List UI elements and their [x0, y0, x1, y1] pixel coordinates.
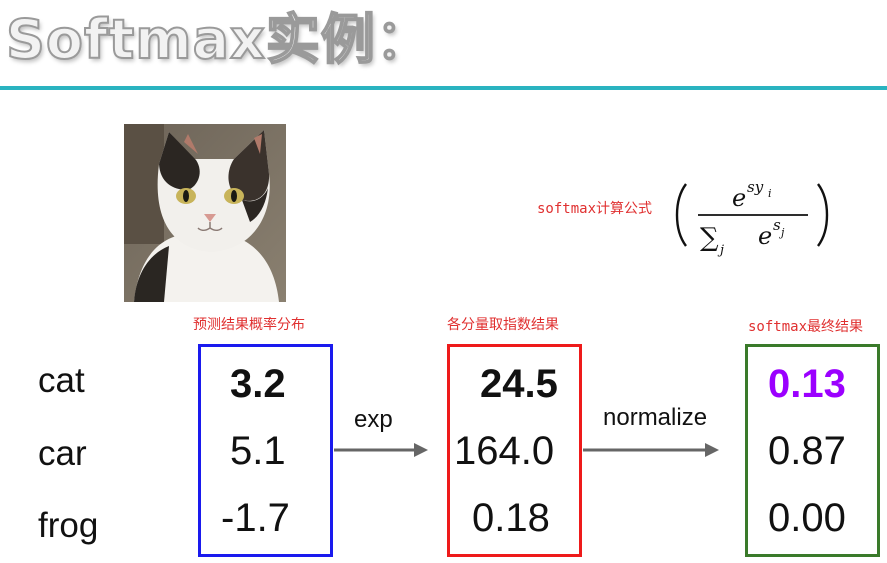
denominator-base: e	[758, 222, 772, 250]
scores-box-label: 预测结果概率分布	[193, 317, 305, 333]
normalize-arrow	[583, 443, 719, 457]
title-divider	[0, 86, 887, 90]
exp-cat: 24.5	[480, 362, 558, 406]
exp-car: 164.0	[454, 429, 555, 473]
score-cat: 3.2	[230, 362, 286, 406]
prob-cat: 0.13	[768, 362, 846, 406]
class-label-frog: frog	[38, 506, 99, 545]
exp-box-label: 各分量取指数结果	[447, 317, 559, 333]
numerator-exponent: sy	[747, 178, 764, 196]
normalize-operation-label: normalize	[603, 404, 708, 431]
exp-operation-label: exp	[354, 406, 393, 433]
score-car: 5.1	[230, 429, 286, 473]
softmax-formula: e sy i ∑ j e s j	[672, 168, 832, 258]
formula-label: softmax计算公式	[537, 201, 653, 217]
class-label-cat: cat	[38, 361, 85, 400]
class-label-car: car	[38, 434, 87, 473]
probs-box-label: softmax最终结果	[748, 319, 864, 335]
numerator-subscript: i	[768, 187, 772, 200]
prob-frog: 0.00	[768, 496, 846, 540]
denominator-exponent: s	[773, 216, 781, 234]
exp-arrow	[334, 443, 428, 457]
exp-frog: 0.18	[472, 496, 550, 540]
cat-photo	[124, 124, 286, 302]
page-title: Softmax实例：	[5, 7, 431, 72]
score-frog: -1.7	[221, 496, 290, 540]
prob-car: 0.87	[768, 429, 846, 473]
sum-symbol: ∑	[700, 223, 719, 253]
numerator-base: e	[732, 184, 746, 212]
